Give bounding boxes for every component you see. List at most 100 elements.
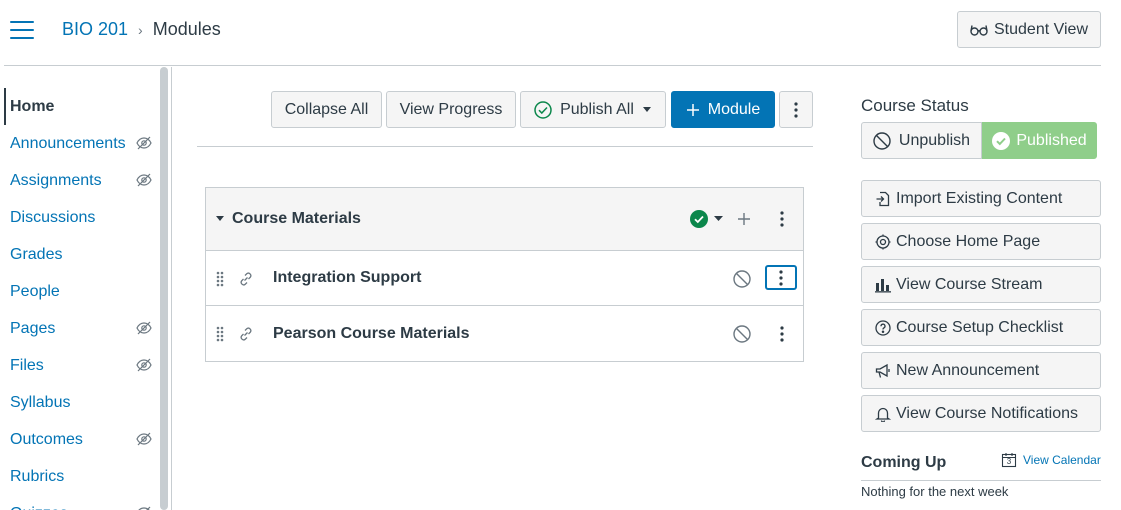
megaphone-icon <box>875 363 890 378</box>
unpublish-button[interactable]: Unpublish <box>861 122 982 159</box>
sidebar-item-label: Grades <box>10 245 63 263</box>
link-icon <box>236 324 256 344</box>
sidebar-item-label: People <box>10 282 60 300</box>
check-circle-outline-icon <box>534 100 552 119</box>
view-calendar-label: View Calendar <box>1023 453 1101 467</box>
item-kebab-menu-icon[interactable] <box>772 324 792 344</box>
module-item-title[interactable]: Pearson Course Materials <box>273 325 470 343</box>
add-module-label: Module <box>707 100 761 118</box>
view-course-stream-label: View Course Stream <box>896 275 1043 293</box>
item-kebab-menu-icon[interactable] <box>765 265 797 290</box>
calendar-day-number: 3 <box>1006 457 1012 466</box>
module-publish-status-button[interactable] <box>686 209 726 229</box>
view-progress-button[interactable]: View Progress <box>386 91 516 128</box>
publish-all-label: Publish All <box>560 100 634 118</box>
choose-home-page-button[interactable]: Choose Home Page <box>861 223 1101 260</box>
drag-handle-icon[interactable] <box>214 324 226 344</box>
target-icon <box>875 234 891 249</box>
new-announcement-button[interactable]: New Announcement <box>861 352 1101 389</box>
student-view-button[interactable]: Student View <box>957 11 1101 48</box>
caret-down-icon <box>642 106 651 112</box>
breadcrumb-course-link[interactable]: BIO 201 <box>62 19 128 40</box>
sidebar-item-announcements[interactable]: Announcements <box>4 125 160 162</box>
hidden-from-students-icon <box>136 136 152 152</box>
module-item-row[interactable]: Integration Support <box>206 251 803 306</box>
sidebar-item-assignments[interactable]: Assignments <box>4 162 160 199</box>
choose-home-page-label: Choose Home Page <box>896 232 1041 250</box>
view-calendar-link[interactable]: 3 View Calendar <box>1001 452 1101 468</box>
sidebar-item-files[interactable]: Files <box>4 347 160 384</box>
hamburger-menu-icon[interactable] <box>10 21 34 39</box>
sidebar-item-rubrics[interactable]: Rubrics <box>4 458 160 495</box>
breadcrumb: BIO 201 › Modules <box>62 19 221 40</box>
coming-up-title: Coming Up <box>861 454 947 471</box>
check-circle-icon <box>992 131 1011 150</box>
hidden-from-students-icon <box>136 432 152 448</box>
course-setup-checklist-label: Course Setup Checklist <box>896 318 1064 336</box>
question-circle-icon <box>875 319 891 336</box>
sidebar-item-outcomes[interactable]: Outcomes <box>4 421 160 458</box>
sidebar-item-home[interactable]: Home <box>4 88 160 125</box>
sidebar-item-label: Announcements <box>10 134 126 152</box>
sidebar-item-label: Files <box>10 356 44 374</box>
sidebar-item-label: Pages <box>10 319 56 337</box>
unpublished-status-icon[interactable] <box>732 324 752 344</box>
sidebar-item-quizzes[interactable]: Quizzes <box>4 495 160 510</box>
add-module-button[interactable]: Module <box>671 91 775 128</box>
breadcrumb-current-page: Modules <box>152 19 221 39</box>
header-divider <box>4 65 1101 66</box>
course-navigation: Home Announcements Assignments Discussions G… <box>4 88 160 510</box>
published-button[interactable]: Published <box>982 122 1097 159</box>
caret-down-icon <box>713 216 723 221</box>
module-kebab-menu-icon[interactable] <box>772 209 792 229</box>
sidebar-item-pages[interactable]: Pages <box>4 310 160 347</box>
sidebar-scrollbar[interactable] <box>160 67 168 510</box>
view-course-stream-button[interactable]: View Course Stream <box>861 266 1101 303</box>
module-course-materials: Course Materials Integration Support Pea… <box>205 187 804 362</box>
sidebar-item-people[interactable]: People <box>4 273 160 310</box>
sidebar-item-label: Quizzes <box>10 505 68 510</box>
module-header[interactable]: Course Materials <box>206 188 803 251</box>
unpublished-status-icon[interactable] <box>732 269 752 289</box>
course-status-title: Course Status <box>861 96 969 115</box>
sidebar-item-label: Rubrics <box>10 467 65 485</box>
link-icon <box>236 269 256 289</box>
view-progress-label: View Progress <box>399 100 503 118</box>
kebab-menu-icon <box>794 101 798 118</box>
sidebar-item-grades[interactable]: Grades <box>4 236 160 273</box>
sidebar-item-label: Assignments <box>10 171 102 189</box>
glasses-icon <box>970 24 988 36</box>
new-announcement-label: New Announcement <box>896 361 1040 379</box>
hidden-from-students-icon <box>136 321 152 337</box>
course-setup-checklist-button[interactable]: Course Setup Checklist <box>861 309 1101 346</box>
unpublish-label: Unpublish <box>898 131 971 149</box>
add-item-plus-icon[interactable] <box>734 209 754 229</box>
sidebar-divider <box>171 67 172 510</box>
more-options-button[interactable] <box>779 91 813 128</box>
student-view-label: Student View <box>994 20 1088 38</box>
import-icon <box>876 191 890 206</box>
sidebar-item-label: Discussions <box>10 208 96 226</box>
collapse-caret-icon[interactable] <box>216 216 224 222</box>
view-course-notifications-label: View Course Notifications <box>896 404 1079 422</box>
bar-chart-icon <box>875 278 891 292</box>
view-course-notifications-button[interactable]: View Course Notifications <box>861 395 1101 432</box>
sidebar-item-label: Home <box>10 97 55 115</box>
sidebar-item-label: Syllabus <box>10 393 71 411</box>
coming-up-empty-text: Nothing for the next week <box>861 484 1009 499</box>
import-existing-content-label: Import Existing Content <box>896 189 1063 207</box>
bell-icon <box>875 407 891 422</box>
module-title: Course Materials <box>232 210 361 227</box>
sidebar-item-discussions[interactable]: Discussions <box>4 199 160 236</box>
module-item-title[interactable]: Integration Support <box>273 269 421 287</box>
published-check-icon <box>689 210 708 228</box>
import-existing-content-button[interactable]: Import Existing Content <box>861 180 1101 217</box>
sidebar-item-syllabus[interactable]: Syllabus <box>4 384 160 421</box>
publish-all-button[interactable]: Publish All <box>520 91 666 128</box>
collapse-all-button[interactable]: Collapse All <box>271 91 382 128</box>
hidden-from-students-icon <box>136 506 152 510</box>
drag-handle-icon[interactable] <box>214 269 226 289</box>
module-item-row[interactable]: Pearson Course Materials <box>206 306 803 361</box>
chevron-right-icon: › <box>138 21 143 38</box>
hidden-from-students-icon <box>136 173 152 189</box>
